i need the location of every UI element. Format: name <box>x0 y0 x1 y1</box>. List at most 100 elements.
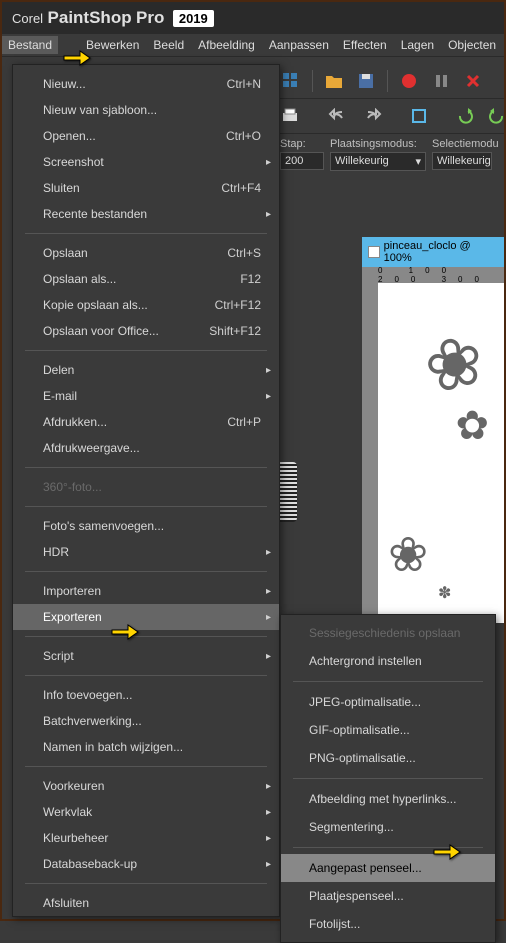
menu-item[interactable]: Importeren▸ <box>13 578 279 604</box>
submenu-item[interactable]: Afbeelding met hyperlinks... <box>281 785 495 813</box>
menu-item-shortcut: F12 <box>240 272 261 286</box>
menu-item-label: Delen <box>43 363 74 377</box>
menu-item[interactable]: Foto's samenvoegen... <box>13 513 279 539</box>
menu-item[interactable]: Nieuw van sjabloon... <box>13 97 279 123</box>
submenu-item[interactable]: GIF-optimalisatie... <box>281 716 495 744</box>
menu-item[interactable]: Opslaan voor Office...Shift+F12 <box>13 318 279 344</box>
menu-item[interactable]: Script▸ <box>13 643 279 669</box>
menu-effecten[interactable]: Effecten <box>343 38 387 52</box>
menu-item-label: Afdrukweergave... <box>43 441 140 455</box>
menu-objecten[interactable]: Objecten <box>448 38 496 52</box>
menu-item-label: Info toevoegen... <box>43 688 132 702</box>
menu-item[interactable]: Afdrukweergave... <box>13 435 279 461</box>
menu-item-label: Opslaan als... <box>43 272 116 286</box>
submenu-item[interactable]: Fotolijst... <box>281 910 495 938</box>
menu-afbeelding[interactable]: Afbeelding <box>198 38 255 52</box>
submenu-arrow-icon: ▸ <box>266 651 271 662</box>
menu-beeld[interactable]: Beeld <box>153 38 184 52</box>
menu-item[interactable]: Afdrukken...Ctrl+P <box>13 409 279 435</box>
menu-item-shortcut: Ctrl+O <box>226 129 261 143</box>
redo-history-icon[interactable] <box>488 105 506 127</box>
menu-separator <box>25 571 267 572</box>
ruler-horizontal: 0 100 200 300 <box>362 267 504 283</box>
brush-preview-icon: ❀ <box>388 527 428 583</box>
document-tab[interactable]: pinceau_cloclo @ 100% <box>362 237 504 267</box>
record-icon[interactable] <box>398 70 420 92</box>
menu-item-shortcut: Ctrl+S <box>227 246 261 260</box>
menu-item[interactable]: Openen...Ctrl+O <box>13 123 279 149</box>
pause-icon[interactable] <box>430 70 452 92</box>
menu-item-label: Afdrukken... <box>43 415 107 429</box>
submenu-arrow-icon: ▸ <box>266 209 271 220</box>
placement-select[interactable]: Willekeurig▾ <box>330 152 426 171</box>
submenu-arrow-icon: ▸ <box>266 807 271 818</box>
menu-item[interactable]: Databaseback-up▸ <box>13 851 279 877</box>
menu-item: 360°-foto... <box>13 474 279 500</box>
menu-item[interactable]: Recente bestanden▸ <box>13 201 279 227</box>
submenu-item-label: PNG-optimalisatie... <box>309 751 416 765</box>
submenu-item-label: Achtergrond instellen <box>309 654 422 668</box>
menu-item[interactable]: OpslaanCtrl+S <box>13 240 279 266</box>
product-text: PaintShop <box>48 8 132 27</box>
menu-separator <box>25 675 267 676</box>
brush-preview-icon: ✽ <box>438 583 451 603</box>
menu-aanpassen[interactable]: Aanpassen <box>269 38 329 52</box>
submenu-item-label: Segmentering... <box>309 820 394 834</box>
undo-icon[interactable] <box>328 105 348 127</box>
menu-item[interactable]: Batchverwerking... <box>13 708 279 734</box>
canvas[interactable]: ❀ ✿ ❀ ✽ <box>378 283 504 623</box>
submenu-item-label: Plaatjespenseel... <box>309 889 404 903</box>
toolbar-area: Stap: Plaatsingsmodus: Willekeurig▾ Sele… <box>272 64 504 175</box>
submenu-item[interactable]: PNG-optimalisatie... <box>281 744 495 772</box>
stop-icon[interactable] <box>462 70 484 92</box>
grid-icon[interactable] <box>280 70 302 92</box>
menu-separator <box>25 883 267 884</box>
submenu-item[interactable]: Plaatjespenseel... <box>281 882 495 910</box>
menu-item[interactable]: Kleurbeheer▸ <box>13 825 279 851</box>
menu-separator <box>25 766 267 767</box>
menu-item[interactable]: Info toevoegen... <box>13 682 279 708</box>
submenu-item[interactable]: JPEG-optimalisatie... <box>281 688 495 716</box>
submenu-arrow-icon: ▸ <box>266 547 271 558</box>
menu-item[interactable]: Namen in batch wijzigen... <box>13 734 279 760</box>
tutorial-pointer-icon <box>432 840 462 860</box>
menu-item-shortcut: Ctrl+N <box>227 77 261 91</box>
menu-item[interactable]: Delen▸ <box>13 357 279 383</box>
menu-bestand[interactable]: Bestand <box>2 36 58 54</box>
brush-preview-icon: ❀ <box>416 317 494 411</box>
menu-item-shortcut: Shift+F12 <box>209 324 261 338</box>
folder-icon[interactable] <box>323 70 345 92</box>
menu-item-label: HDR <box>43 545 69 559</box>
menu-item[interactable]: E-mail▸ <box>13 383 279 409</box>
menu-item[interactable]: Exporteren▸ <box>13 604 279 630</box>
menu-item[interactable]: Werkvlak▸ <box>13 799 279 825</box>
save-icon[interactable] <box>355 70 377 92</box>
menu-item-label: Exporteren <box>43 610 102 624</box>
menu-item-shortcut: Ctrl+F4 <box>221 181 261 195</box>
redo-icon[interactable] <box>362 105 382 127</box>
menu-item[interactable]: Kopie opslaan als...Ctrl+F12 <box>13 292 279 318</box>
menu-item[interactable]: Afsluiten <box>13 890 279 916</box>
submenu-item[interactable]: Aangepast penseel... <box>281 854 495 882</box>
menu-item[interactable]: HDR ▸ <box>13 539 279 565</box>
undo-history-icon[interactable] <box>456 105 474 127</box>
menu-item[interactable]: Sluiten Ctrl+F4 <box>13 175 279 201</box>
menu-item-label: Kopie opslaan als... <box>43 298 148 312</box>
menu-item-label: Sluiten <box>43 181 80 195</box>
step-input[interactable] <box>280 152 324 170</box>
menu-item[interactable]: Nieuw...Ctrl+N <box>13 71 279 97</box>
menu-item[interactable]: Opslaan als... F12 <box>13 266 279 292</box>
crop-icon[interactable] <box>410 105 428 127</box>
print-icon[interactable] <box>280 105 300 127</box>
submenu-arrow-icon: ▸ <box>266 781 271 792</box>
submenu-item-label: JPEG-optimalisatie... <box>309 695 421 709</box>
submenu-arrow-icon: ▸ <box>266 391 271 402</box>
submenu-item[interactable]: Achtergrond instellen <box>281 647 495 675</box>
menu-item[interactable]: Screenshot▸ <box>13 149 279 175</box>
selection-select[interactable]: Willekeurig <box>432 152 492 170</box>
submenu-item[interactable]: Segmentering... <box>281 813 495 841</box>
menu-bewerken[interactable]: Bewerken <box>86 38 139 52</box>
menu-item[interactable]: Voorkeuren▸ <box>13 773 279 799</box>
menu-lagen[interactable]: Lagen <box>401 38 434 52</box>
document-title: pinceau_cloclo @ 100% <box>384 240 498 264</box>
